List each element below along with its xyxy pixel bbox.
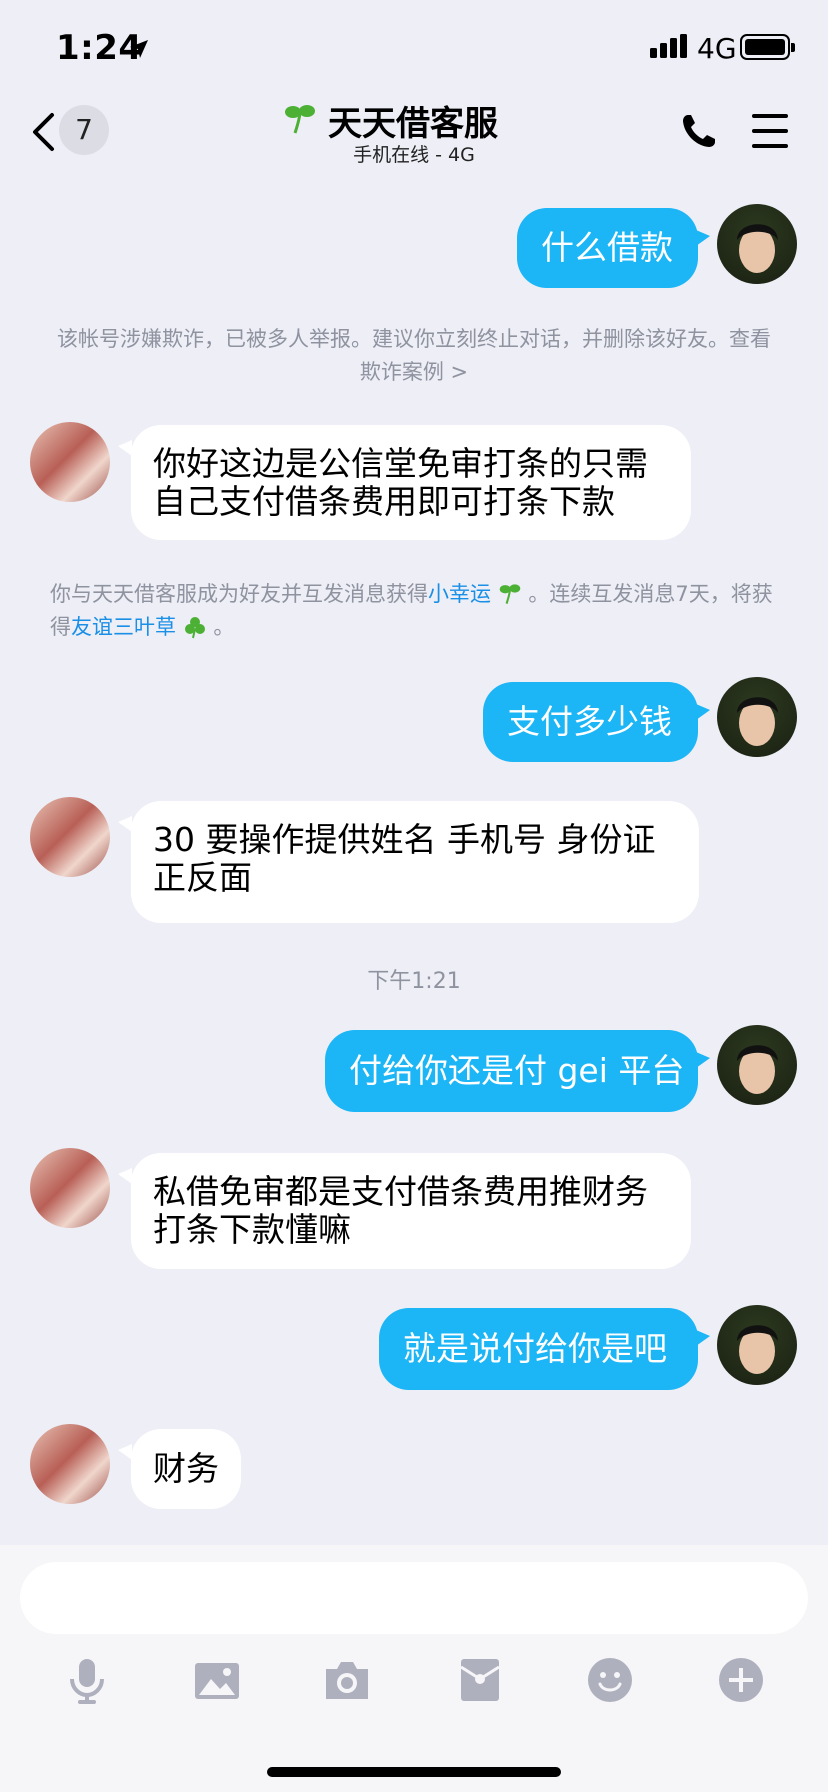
clover-icon xyxy=(184,617,205,639)
message-text: 你好这边是公信堂免审打条的只需自己支付借条费用即可打条下款 xyxy=(153,444,648,521)
message-bubble[interactable]: 支付多少钱 xyxy=(483,682,698,762)
menu-icon[interactable] xyxy=(752,114,788,148)
microphone-icon[interactable] xyxy=(62,1655,112,1705)
contact-avatar[interactable] xyxy=(30,797,110,877)
little-luck-link[interactable]: 小幸运 xyxy=(428,582,491,606)
my-avatar[interactable] xyxy=(717,1025,797,1105)
message-bubble[interactable]: 财务 xyxy=(131,1429,241,1509)
my-avatar[interactable] xyxy=(717,204,797,284)
friendship-clover-link[interactable]: 友谊三叶草 xyxy=(71,615,176,639)
friendship-notice: 你与天天借客服成为好友并互发消息获得小幸运 。连续互发消息7天，将获得友谊三叶草… xyxy=(50,582,773,639)
fraud-warning[interactable]: 该帐号涉嫌欺诈，已被多人举报。建议你立刻终止对话，并删除该好友。查看欺诈案例 > xyxy=(50,323,778,389)
chat-title[interactable]: 天天借客服 xyxy=(328,96,498,145)
image-icon[interactable] xyxy=(192,1655,242,1705)
emoji-icon[interactable] xyxy=(585,1655,635,1705)
signal-icon xyxy=(650,34,687,58)
message-bubble[interactable]: 什么借款 xyxy=(517,208,698,288)
bubble-tail xyxy=(118,440,132,456)
phone-icon[interactable] xyxy=(680,112,718,150)
bubble-tail xyxy=(118,1444,132,1460)
bubble-tail xyxy=(696,1330,710,1346)
status-bar: 1:24 4G xyxy=(0,0,828,100)
message-text: 什么借款 xyxy=(541,228,673,267)
red-packet-icon[interactable] xyxy=(455,1655,505,1705)
message-text: 就是说付给你是吧 xyxy=(403,1329,667,1368)
message-text: 30 要操作提供姓名 手机号 身份证正反面 xyxy=(153,820,656,897)
bubble-tail xyxy=(696,704,710,720)
bubble-tail xyxy=(118,1168,132,1184)
plus-icon[interactable] xyxy=(716,1655,766,1705)
bubble-tail xyxy=(696,230,710,246)
message-bubble[interactable]: 私借免审都是支付借条费用推财务打条下款懂嘛 xyxy=(131,1153,691,1269)
message-bubble[interactable]: 你好这边是公信堂免审打条的只需自己支付借条费用即可打条下款 xyxy=(131,425,691,540)
message-input[interactable] xyxy=(20,1562,808,1634)
message-text: 私借免审都是支付借条费用推财务打条下款懂嘛 xyxy=(153,1172,648,1249)
location-arrow-icon xyxy=(130,40,148,58)
message-text: 财务 xyxy=(153,1449,219,1488)
camera-icon[interactable] xyxy=(322,1655,372,1705)
home-indicator[interactable] xyxy=(267,1767,561,1777)
contact-avatar[interactable] xyxy=(30,1148,110,1228)
network-type: 4G xyxy=(697,32,737,65)
sprout-icon xyxy=(499,584,520,604)
my-avatar[interactable] xyxy=(717,677,797,757)
bubble-tail xyxy=(696,1052,710,1068)
my-avatar[interactable] xyxy=(717,1305,797,1385)
message-text: 付给你还是付 gei 平台 xyxy=(349,1051,685,1090)
contact-avatar[interactable] xyxy=(30,1424,110,1504)
message-bubble[interactable]: 付给你还是付 gei 平台 xyxy=(325,1030,698,1112)
battery-icon xyxy=(740,34,795,60)
message-bubble[interactable]: 30 要操作提供姓名 手机号 身份证正反面 xyxy=(131,801,699,923)
message-text: 支付多少钱 xyxy=(507,702,672,741)
bubble-tail xyxy=(118,816,132,832)
message-timestamp: 下午1:21 xyxy=(367,969,461,994)
sprout-icon xyxy=(285,105,315,134)
message-bubble[interactable]: 就是说付给你是吧 xyxy=(379,1308,698,1390)
contact-avatar[interactable] xyxy=(30,422,110,502)
